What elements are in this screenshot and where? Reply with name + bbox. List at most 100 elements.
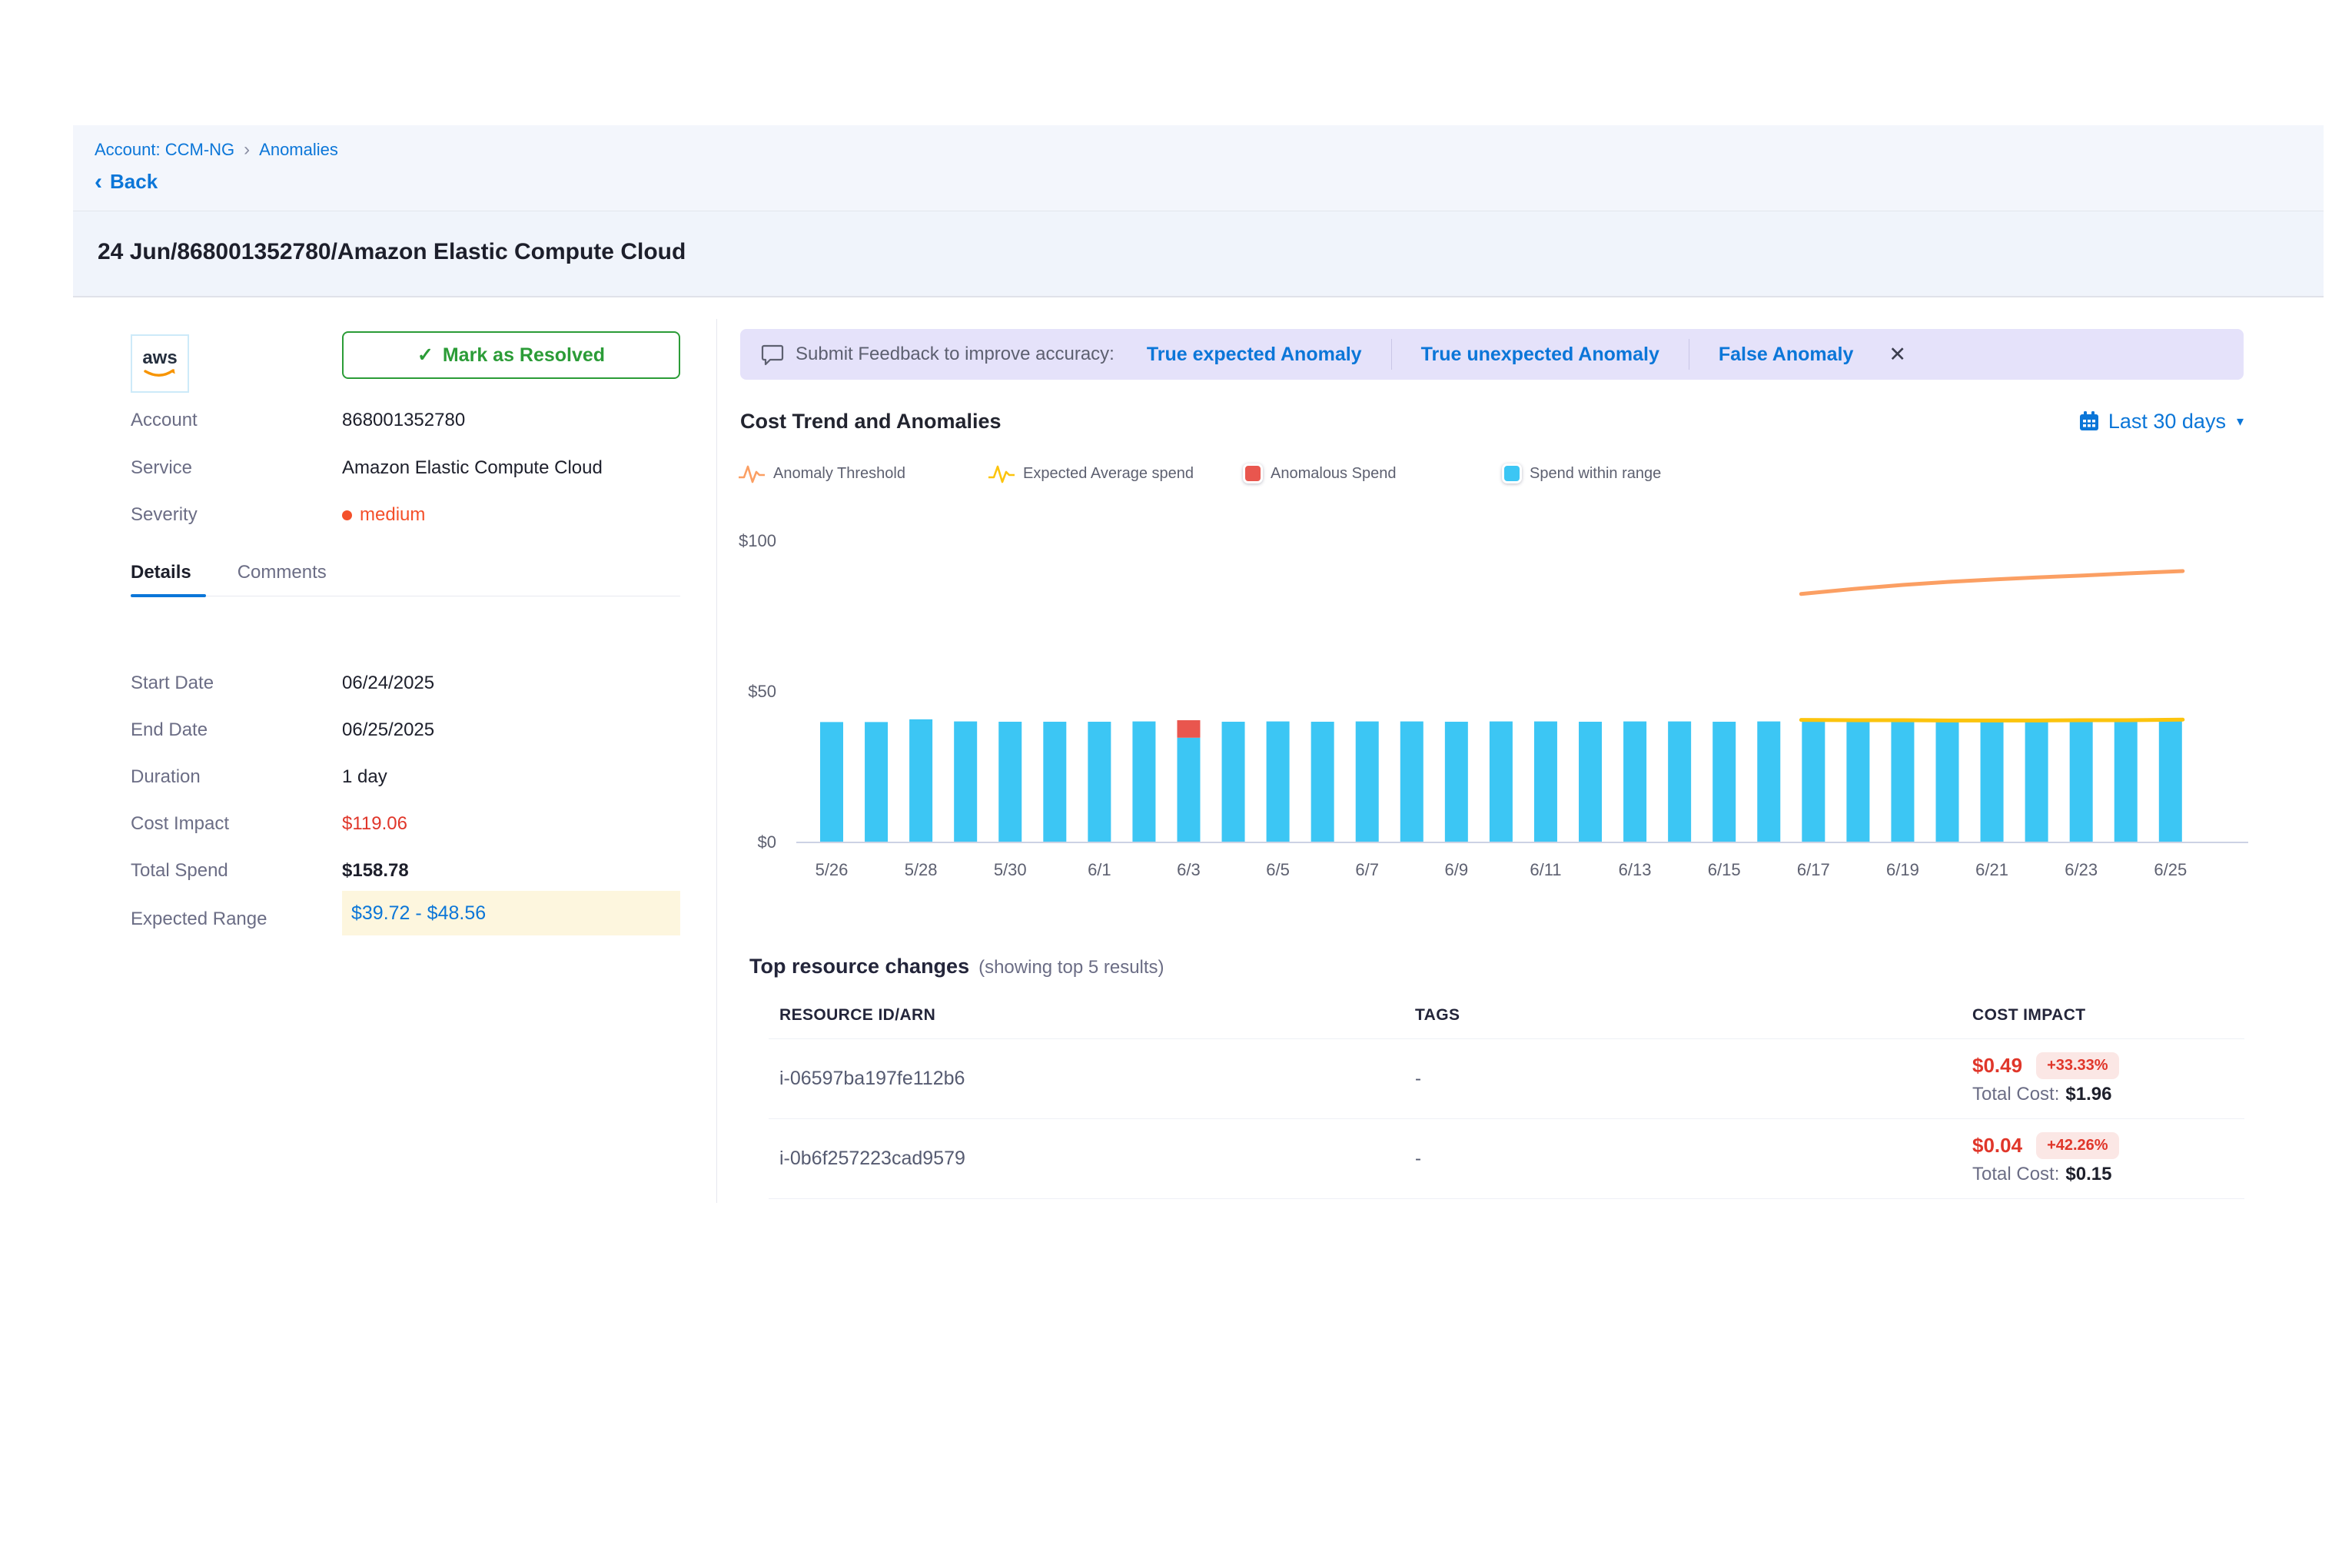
svg-text:6/23: 6/23 [2065,860,2098,879]
svg-text:6/3: 6/3 [1177,860,1201,879]
feedback-true-expected[interactable]: True expected Anomaly [1147,344,1362,366]
resources-subtitle: (showing top 5 results) [978,957,1164,978]
severity-value: medium [360,504,425,526]
legend-anomalous-spend[interactable]: Anomalous Spend [1243,460,1396,487]
tab-comments[interactable]: Comments [238,562,327,583]
svg-text:6/7: 6/7 [1355,860,1379,879]
severity-badge: medium [342,504,425,526]
legend-label: Anomalous Spend [1271,465,1396,483]
chart-title: Cost Trend and Anomalies [740,410,1002,434]
resource-id: i-06597ba197fe112b6 [769,1068,1415,1090]
cost-impact-label: Cost Impact [131,813,342,835]
resource-cost-impact-cell: $0.49 +33.33% Total Cost:$1.96 [1972,1052,2244,1105]
svg-text:5/30: 5/30 [994,860,1027,879]
legend-expected-average[interactable]: Expected Average spend [988,460,1194,487]
total-cost-value: $0.15 [2065,1164,2111,1184]
svg-text:aws: aws [142,347,177,368]
svg-text:6/5: 6/5 [1266,860,1290,879]
svg-text:6/9: 6/9 [1445,860,1469,879]
pulse-line-icon [988,461,1015,486]
red-swatch-icon [1243,463,1263,483]
legend-anomaly-threshold[interactable]: Anomaly Threshold [738,460,905,487]
total-cost-label: Total Cost: [1972,1164,2059,1184]
table-row[interactable]: i-0b6f257223cad9579 - $0.04 +42.26% Tota… [769,1119,2244,1199]
account-label: Account [131,410,342,431]
svg-text:$100: $100 [739,531,776,550]
legend-spend-within-range[interactable]: Spend within range [1502,460,1661,487]
feedback-prompt: Submit Feedback to improve accuracy: [796,344,1115,365]
expected-range-row: Expected Range [131,909,680,930]
feedback-true-unexpected[interactable]: True unexpected Anomaly [1421,344,1659,366]
table-row[interactable]: i-06597ba197fe112b6 - $0.49 +33.33% Tota… [769,1039,2244,1119]
cost-impact-amount: $0.49 [1972,1054,2022,1078]
chat-bubble-icon [760,342,785,367]
cost-change-badge: +33.33% [2036,1052,2119,1079]
back-button[interactable]: ‹ Back [95,170,158,194]
cyan-swatch-icon [1502,463,1522,483]
col-cost-impact: COST IMPACT [1972,1006,2244,1025]
cost-impact-row: Cost Impact $119.06 [131,813,680,835]
svg-text:6/11: 6/11 [1530,860,1561,879]
chart-header: Cost Trend and Anomalies Last 30 days ▾ [740,400,2244,443]
svg-text:6/21: 6/21 [1975,860,2008,879]
title-bar: 24 Jun/868001352780/Amazon Elastic Compu… [73,211,2324,297]
svg-text:6/25: 6/25 [2154,860,2187,879]
service-value: Amazon Elastic Compute Cloud [342,457,603,479]
col-tags: TAGS [1415,1006,1972,1025]
resource-id: i-0b6f257223cad9579 [769,1148,1415,1170]
cost-change-badge: +42.26% [2036,1132,2119,1159]
table-header-row: RESOURCE ID/ARN TAGS COST IMPACT [769,992,2244,1039]
time-range-select[interactable]: Last 30 days ▾ [2078,410,2244,434]
service-field: Service Amazon Elastic Compute Cloud [131,457,680,479]
breadcrumb-account-link[interactable]: Account: CCM-NG [95,140,234,160]
legend-label: Spend within range [1530,465,1661,483]
svg-text:6/19: 6/19 [1886,860,1919,879]
end-date-row: End Date 06/25/2025 [131,719,680,741]
end-date-label: End Date [131,719,342,741]
total-cost-value: $1.96 [2065,1084,2111,1105]
calendar-icon [2078,410,2101,433]
total-spend-row: Total Spend $158.78 [131,860,680,882]
svg-text:$0: $0 [758,832,776,852]
pulse-line-icon [738,461,766,486]
col-resource-id: RESOURCE ID/ARN [769,1006,1415,1025]
anomaly-detail-page: Account: CCM-NG › Anomalies ‹ Back 24 Ju… [0,0,2352,1568]
aws-logo: aws [131,334,189,393]
breadcrumb: Account: CCM-NG › Anomalies [95,139,338,161]
duration-label: Duration [131,766,342,788]
duration-value: 1 day [342,766,387,788]
resolve-label: Mark as Resolved [443,344,605,367]
detail-tabs: Details Comments [131,562,327,583]
start-date-row: Start Date 06/24/2025 [131,673,680,694]
close-icon[interactable]: ✕ [1889,343,1906,367]
back-label: Back [110,170,158,194]
svg-text:5/26: 5/26 [816,860,849,879]
tab-details[interactable]: Details [131,562,191,583]
page-title: 24 Jun/868001352780/Amazon Elastic Compu… [98,239,686,265]
breadcrumb-anomalies-link[interactable]: Anomalies [259,140,338,160]
service-label: Service [131,457,342,479]
severity-field: Severity medium [131,504,680,526]
svg-text:6/15: 6/15 [1708,860,1741,879]
resource-cost-impact-cell: $0.04 +42.26% Total Cost: $0.15 [1972,1132,2244,1185]
resource-tags: - [1415,1068,1972,1090]
cost-trend-chart[interactable]: $0$50$1005/265/285/306/16/36/56/76/96/11… [723,530,2260,892]
mark-as-resolved-button[interactable]: ✓ Mark as Resolved [342,331,680,379]
active-tab-underline [131,594,206,597]
top-resource-changes-heading: Top resource changes (showing top 5 resu… [749,955,1164,978]
time-range-label: Last 30 days [2108,410,2226,434]
svg-text:5/28: 5/28 [905,860,938,879]
svg-text:6/13: 6/13 [1619,860,1652,879]
breadcrumb-bar: Account: CCM-NG › Anomalies ‹ Back [73,125,2324,211]
account-field: Account 868001352780 [131,410,680,431]
cost-impact-amount: $0.04 [1972,1134,2022,1158]
chevron-left-icon: ‹ [95,172,102,192]
panel-divider [716,319,717,1203]
feedback-false-anomaly[interactable]: False Anomaly [1719,344,1854,366]
breadcrumb-separator-icon: › [244,139,250,161]
resource-changes-table: RESOURCE ID/ARN TAGS COST IMPACT i-06597… [769,992,2244,1199]
resources-title: Top resource changes [749,955,969,978]
feedback-divider [1391,339,1392,370]
total-spend-label: Total Spend [131,860,342,882]
check-icon: ✓ [417,344,434,367]
